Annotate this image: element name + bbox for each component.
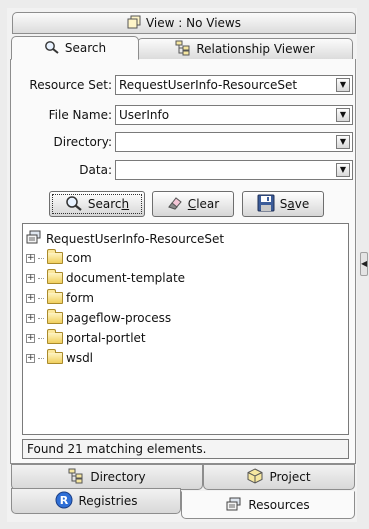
status-text: Found 21 matching elements. — [27, 442, 207, 456]
expand-icon[interactable]: + — [26, 313, 35, 323]
tree-item[interactable]: + com — [26, 249, 92, 265]
tree-item-label: pageflow-process — [66, 311, 172, 325]
tab-resources-label: Resources — [248, 498, 310, 512]
tree-item-label: wsdl — [66, 351, 94, 365]
tab-directory-label: Directory — [90, 470, 146, 484]
tab-relationship-viewer[interactable]: Relationship Viewer — [137, 38, 353, 60]
tab-directory[interactable]: Directory — [11, 464, 203, 490]
file-name-combo[interactable]: UserInfo ▼ — [115, 105, 353, 125]
tree-root-label: RequestUserInfo-ResourceSet — [46, 231, 225, 246]
status-bar: Found 21 matching elements. — [22, 439, 349, 459]
data-label: Data: — [79, 163, 112, 177]
directory-row: Directory: ▼ — [11, 132, 353, 152]
clear-button-label: Clear — [187, 197, 220, 211]
save-button[interactable]: Save — [242, 191, 324, 217]
relationship-icon — [68, 468, 84, 487]
collapse-handle[interactable]: ◀ — [360, 252, 368, 276]
resource-set-icon — [26, 230, 42, 247]
tab-relationship-label: Relationship Viewer — [196, 42, 315, 56]
chevron-down-icon[interactable]: ▼ — [336, 163, 350, 177]
resource-set-row: Resource Set: RequestUserInfo-ResourceSe… — [11, 75, 353, 95]
tree-item-label: form — [66, 291, 94, 305]
expand-icon[interactable]: + — [26, 353, 35, 363]
folder-icon — [47, 289, 63, 304]
resource-set-combo[interactable]: RequestUserInfo-ResourceSet ▼ — [115, 75, 353, 95]
eraser-icon — [167, 195, 183, 214]
folder-icon — [47, 349, 63, 364]
magnifier-icon — [65, 195, 83, 214]
tree-root[interactable]: RequestUserInfo-ResourceSet — [26, 230, 224, 247]
tree-item-label: document-template — [66, 271, 186, 285]
data-row: Data: ▼ — [11, 160, 353, 180]
tab-view-label: View : No Views — [145, 16, 241, 30]
search-panel: Resource Set: RequestUserInfo-ResourceSe… — [10, 59, 356, 464]
tab-project[interactable]: Project — [203, 464, 355, 490]
tree-item-label: com — [66, 251, 92, 265]
resource-browser-panel: View : No Views Search Relationship View… — [7, 8, 357, 522]
expand-icon[interactable]: + — [26, 293, 35, 303]
magnifier-icon — [44, 40, 60, 57]
expand-icon[interactable]: + — [26, 333, 35, 343]
tree-item[interactable]: + form — [26, 289, 94, 305]
tab-registries-label: Registries — [78, 494, 138, 508]
tree-item[interactable]: + wsdl — [26, 349, 94, 365]
folder-icon — [47, 269, 63, 284]
resource-set-icon — [226, 497, 242, 514]
floppy-disk-icon — [257, 194, 275, 215]
tab-view[interactable]: View : No Views — [12, 12, 356, 34]
registries-icon: R — [55, 491, 73, 512]
tab-search-label: Search — [64, 41, 107, 55]
tab-project-label: Project — [269, 470, 311, 484]
expand-icon[interactable]: + — [26, 273, 35, 283]
folder-icon — [47, 309, 63, 324]
tree-item[interactable]: + document-template — [26, 269, 186, 285]
folder-icon — [47, 249, 63, 264]
tab-search[interactable]: Search — [11, 36, 139, 60]
view-icon — [127, 15, 141, 32]
relationship-icon — [175, 40, 191, 59]
chevron-down-icon[interactable]: ▼ — [336, 78, 350, 92]
directory-label: Directory: — [53, 135, 112, 149]
resource-set-value: RequestUserInfo-ResourceSet — [119, 78, 298, 92]
tree-item[interactable]: + pageflow-process — [26, 309, 172, 325]
data-combo[interactable]: ▼ — [115, 160, 353, 180]
save-button-label: Save — [279, 197, 310, 211]
chevron-down-icon[interactable]: ▼ — [336, 108, 350, 122]
tab-registries[interactable]: R Registries — [11, 488, 181, 514]
tab-resources[interactable]: Resources — [181, 491, 355, 519]
search-button-label: Search — [87, 197, 130, 211]
clear-button[interactable]: Clear — [152, 191, 234, 217]
search-button[interactable]: Search — [49, 191, 145, 217]
svg-text:R: R — [59, 494, 68, 507]
tree-item[interactable]: + portal-portlet — [26, 329, 146, 345]
file-name-row: File Name: UserInfo ▼ — [11, 105, 353, 125]
project-icon — [247, 467, 263, 487]
chevron-down-icon[interactable]: ▼ — [336, 135, 350, 149]
file-name-value: UserInfo — [119, 108, 170, 122]
expand-icon[interactable]: + — [26, 253, 35, 263]
file-name-label: File Name: — [48, 108, 112, 122]
resource-set-label: Resource Set: — [29, 78, 112, 92]
tree-item-label: portal-portlet — [66, 331, 146, 345]
directory-combo[interactable]: ▼ — [115, 132, 353, 152]
results-tree[interactable]: RequestUserInfo-ResourceSet + com + docu… — [22, 223, 349, 435]
folder-icon — [47, 329, 63, 344]
